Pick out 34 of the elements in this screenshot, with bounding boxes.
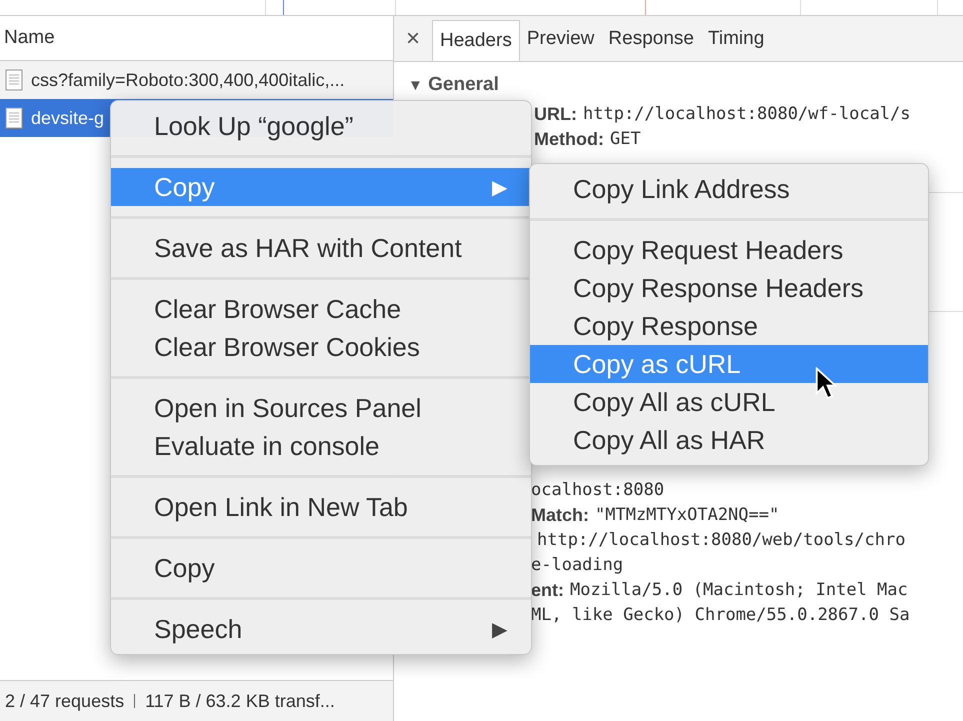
menu-item[interactable]: Copy (111, 549, 531, 587)
header-line: Match: "MTMzMTYxOTA2NQ==" (531, 504, 780, 527)
menu-item[interactable]: Open Link in New Tab (111, 488, 531, 526)
menu-item[interactable]: Copy All as HAR (530, 421, 928, 459)
section-header[interactable]: ▼ General (394, 62, 963, 96)
menu-item[interactable]: Save as HAR with Content (111, 229, 531, 267)
menu-item[interactable]: Copy Response (530, 307, 928, 345)
tab[interactable]: Headers (432, 20, 520, 61)
request-count: 2 / 47 requests (5, 690, 124, 712)
transfer-size: 117 B / 63.2 KB transf... (145, 690, 335, 712)
menu-item[interactable]: Open in Sources Panel (111, 389, 531, 427)
menu-item[interactable]: Clear Browser Cookies (111, 328, 531, 366)
menu-item[interactable]: Copy Request Headers (530, 231, 928, 269)
document-icon (5, 68, 23, 92)
menu-item[interactable]: Copy Response Headers (530, 269, 928, 307)
header-line: URL: http://localhost:8080/wf-local/s (534, 103, 912, 126)
header-line: e-loading (531, 554, 624, 577)
tab[interactable]: Response (601, 16, 701, 61)
menu-item[interactable]: Clear Browser Cache (111, 290, 531, 328)
cursor-icon (815, 367, 837, 401)
menu-item[interactable]: Speech ▶ (111, 610, 531, 648)
menu-item[interactable]: Evaluate in console (111, 427, 531, 465)
header-line: ocalhost:8080 (531, 479, 666, 502)
tab[interactable]: Timing (700, 16, 772, 61)
menu-item[interactable]: Look Up “google” (111, 107, 531, 145)
header-line: ent: Mozilla/5.0 (Macintosh; Intel Mac (531, 579, 909, 602)
header-line: Method: GET (534, 128, 642, 151)
document-icon (5, 106, 23, 130)
tab[interactable]: Preview (520, 16, 602, 61)
menu-item[interactable]: Copy All as cURL (530, 383, 928, 421)
request-row[interactable]: css?family=Roboto:300,400,400italic,... (0, 61, 393, 99)
close-button[interactable]: × (394, 16, 432, 61)
header-line: http://localhost:8080/web/tools/chro (536, 529, 906, 552)
menu-item[interactable]: Copy Link Address (530, 170, 928, 208)
